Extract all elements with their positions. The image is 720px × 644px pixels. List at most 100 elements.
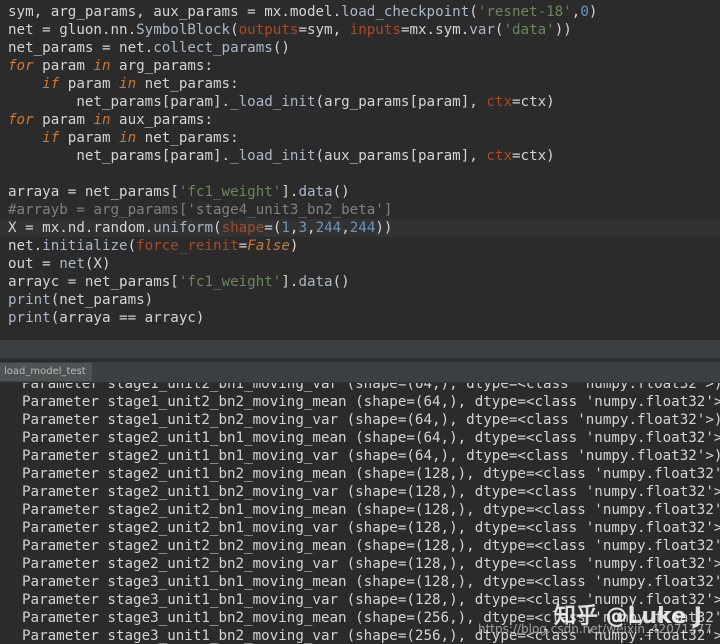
code-token: 1: [281, 220, 290, 236]
code-line[interactable]: out = net(X): [8, 255, 111, 273]
code-token: var: [469, 22, 495, 38]
run-tab-load-model-test[interactable]: load_model_test: [0, 363, 92, 381]
code-token: ): [289, 238, 299, 254]
code-token: )): [554, 22, 572, 38]
code-token: param: [42, 112, 94, 128]
code-token: (arg_params[param],: [315, 94, 487, 110]
code-token: out =: [8, 256, 60, 272]
code-token: for: [8, 58, 43, 74]
code-token: arrayc = net_params[: [8, 274, 179, 290]
code-line[interactable]: net.initialize(force_reinit=False): [8, 237, 298, 255]
code-line[interactable]: if param in net_params:: [8, 129, 239, 147]
code-token: net_params = net.: [8, 40, 154, 56]
watermark-url: https://blog.csdn.net/weixin_42071377: [477, 622, 712, 636]
code-token: (): [332, 184, 350, 200]
console-line: Parameter stage2_unit2_bn1_moving_var (s…: [22, 520, 720, 536]
code-token: initialize: [42, 238, 128, 254]
code-token: ): [588, 4, 598, 20]
code-token: net_params[param].: [8, 148, 231, 164]
code-line[interactable]: if param in net_params:: [8, 75, 239, 93]
code-token: print: [8, 292, 51, 308]
code-token: =ctx): [511, 94, 555, 110]
console-line: Parameter stage1_unit2_bn2_moving_mean (…: [22, 394, 720, 410]
code-token: ctx: [486, 94, 512, 110]
code-token: 'fc1_weight': [178, 184, 282, 200]
console-line: Parameter stage2_unit1_bn1_moving_var (s…: [22, 448, 720, 464]
code-line[interactable]: arrayc = net_params['fc1_weight'].data(): [8, 273, 350, 291]
code-token: in: [119, 130, 145, 146]
code-token: force_reinit: [136, 238, 239, 254]
code-line[interactable]: net_params = net.collect_params(): [8, 39, 290, 57]
code-token: =(: [264, 220, 282, 236]
code-token: net_params[param].: [8, 94, 231, 110]
code-token: (aux_params[param],: [315, 148, 487, 164]
code-token: (: [127, 238, 137, 254]
code-line[interactable]: print(net_params): [8, 291, 153, 309]
code-token: param: [67, 130, 120, 146]
code-line[interactable]: arraya = net_params['fc1_weight'].data(): [8, 183, 350, 201]
code-line[interactable]: for param in aux_params:: [8, 111, 213, 129]
code-token: _load_init: [230, 94, 316, 110]
code-line[interactable]: print(arraya == arrayc): [8, 309, 204, 327]
code-token: (: [213, 220, 222, 236]
code-token: False: [247, 238, 290, 254]
code-token: ctx: [486, 148, 512, 164]
code-token: =ctx): [511, 148, 555, 164]
code-token: sym, arg_params, aux_params = mx.model.: [8, 4, 342, 20]
code-token: (net_params): [50, 292, 154, 308]
code-token: in: [93, 58, 120, 74]
code-token: net_params:: [144, 76, 239, 92]
code-token: 3: [298, 220, 308, 236]
code-token: aux_params:: [119, 112, 214, 128]
code-token: param: [42, 58, 94, 74]
code-token: collect_params: [153, 40, 273, 56]
code-token: )): [375, 220, 393, 236]
code-token: print: [8, 310, 51, 326]
code-token: data: [298, 274, 333, 290]
code-token: (): [272, 40, 290, 56]
code-token: arg_params:: [119, 58, 214, 74]
code-token: ,: [341, 220, 350, 236]
code-token: load_checkpoint: [341, 4, 470, 20]
code-token: outputs: [238, 22, 299, 38]
code-line[interactable]: X = mx.nd.random.uniform(shape=(1,3,244,…: [8, 219, 392, 237]
run-tab-label: load_model_test: [4, 366, 86, 377]
console-line: Parameter stage1_unit2_bn2_moving_var (s…: [22, 412, 720, 428]
code-token: 'resnet-18': [477, 4, 572, 20]
code-token: ,: [307, 220, 316, 236]
code-token: 0: [580, 4, 589, 20]
console-line: Parameter stage2_unit1_bn2_moving_mean (…: [22, 466, 720, 482]
code-token: =: [238, 238, 248, 254]
code-token: (: [230, 22, 239, 38]
code-line[interactable]: sym, arg_params, aux_params = mx.model.l…: [8, 3, 597, 21]
code-token: data: [298, 184, 333, 200]
code-token: (): [332, 274, 350, 290]
code-token: net_params:: [144, 130, 239, 146]
code-token: 'fc1_weight': [178, 274, 282, 290]
code-token: _load_init: [230, 148, 316, 164]
console-line: Parameter stage2_unit2_bn1_moving_mean (…: [22, 502, 720, 518]
code-token: 'data': [503, 22, 555, 38]
code-line[interactable]: net = gluon.nn.SymbolBlock(outputs=sym, …: [8, 21, 572, 39]
code-token: shape: [221, 220, 265, 236]
panel-divider[interactable]: [0, 340, 720, 358]
code-token: if: [8, 130, 68, 146]
code-token: param: [67, 76, 120, 92]
console-line: Parameter stage1_unit2_bn1_moving_var (s…: [22, 383, 720, 392]
code-line[interactable]: net_params[param]._load_init(arg_params[…: [8, 93, 555, 111]
code-line[interactable]: for param in arg_params:: [8, 57, 213, 75]
run-tab-strip: load_model_test: [0, 362, 720, 383]
code-token: net: [59, 256, 85, 272]
code-line[interactable]: net_params[param]._load_init(aux_params[…: [8, 147, 555, 165]
console-line: Parameter stage3_unit1_bn1_moving_mean (…: [22, 574, 720, 590]
code-token: for: [8, 112, 43, 128]
code-token: uniform: [153, 220, 214, 236]
console-line: Parameter stage2_unit2_bn2_moving_mean (…: [22, 538, 720, 554]
code-editor[interactable]: sym, arg_params, aux_params = mx.model.l…: [0, 0, 720, 340]
code-token: X = mx.nd.random.: [8, 220, 154, 236]
code-token: in: [93, 112, 120, 128]
console-line: Parameter stage2_unit1_bn1_moving_mean (…: [22, 430, 720, 446]
code-token: inputs: [349, 22, 401, 38]
code-token: =sym,: [298, 22, 350, 38]
code-line[interactable]: #arrayb = arg_params['stage4_unit3_bn2_b…: [8, 201, 392, 219]
